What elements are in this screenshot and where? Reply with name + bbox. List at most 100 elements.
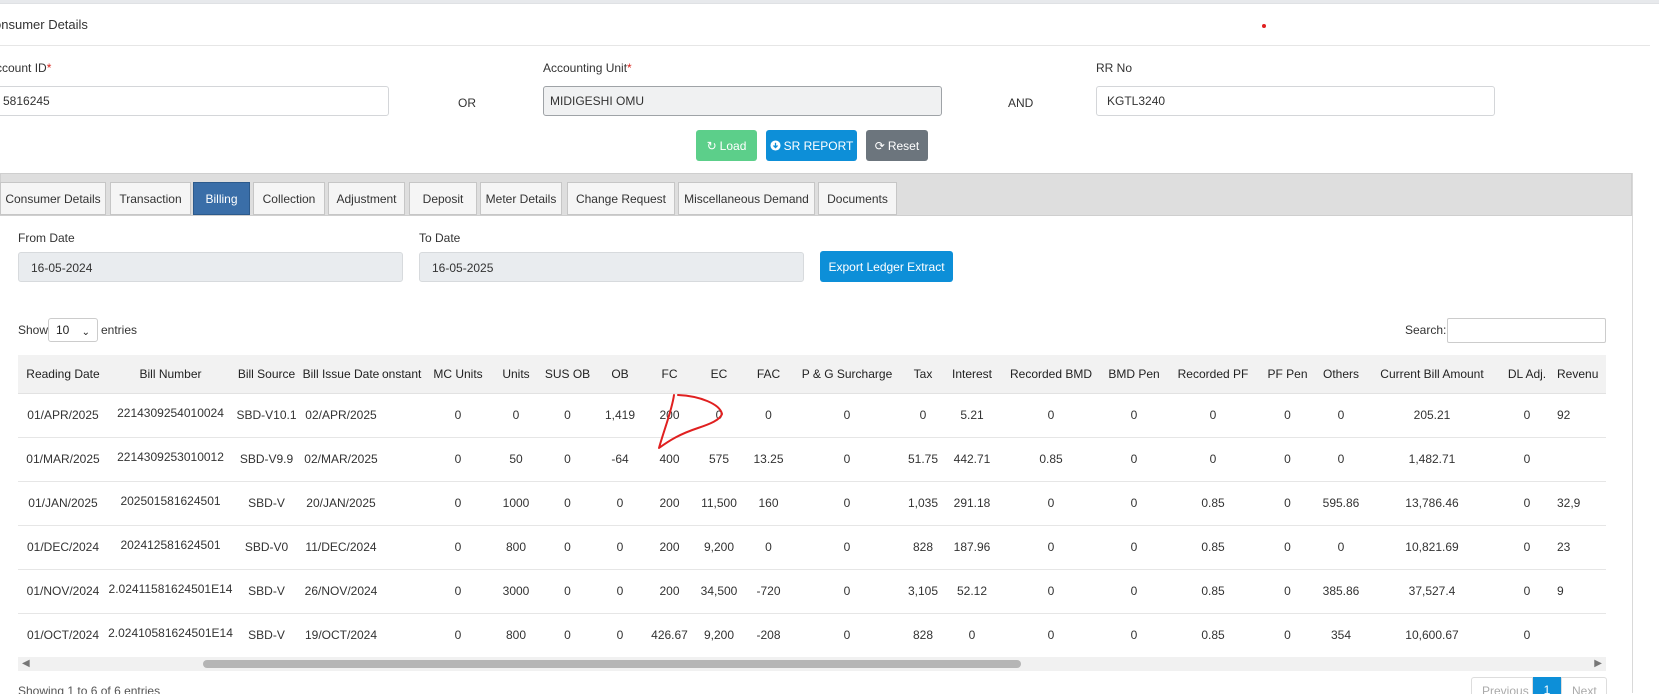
to-date-input[interactable]: 16-05-2025 <box>419 252 804 282</box>
table-cell: 0 <box>792 613 902 655</box>
billing-table-container: Reading Date Bill Number Bill Source Bil… <box>18 355 1606 655</box>
entries-select[interactable]: 10 ⌄ <box>48 318 98 342</box>
col-header[interactable]: OB <box>594 355 646 394</box>
table-cell: 400 <box>646 437 693 482</box>
load-button[interactable]: ↻ Load <box>696 130 757 161</box>
table-cell: 13,786.46 <box>1367 481 1497 526</box>
col-header[interactable]: SUS OB <box>541 355 594 394</box>
tab-collection[interactable]: Collection <box>253 182 325 215</box>
previous-page-button[interactable]: Previous <box>1471 677 1533 694</box>
table-row[interactable]: 01/DEC/2024 202412581624501 SBD-V0 11/DEC/2… <box>18 525 1606 570</box>
panel-right-border <box>1632 173 1633 693</box>
horizontal-scrollbar[interactable]: ◀ ▶ <box>18 657 1606 671</box>
tab-change-request[interactable]: Change Request <box>567 182 675 215</box>
tab-miscellaneous-demand[interactable]: Miscellaneous Demand <box>678 182 815 215</box>
col-header[interactable]: Recorded BMD <box>1000 355 1102 394</box>
page-1-button[interactable]: 1 <box>1533 677 1561 694</box>
table-cell: 426.67 <box>646 613 693 655</box>
col-header[interactable]: BMD Pen <box>1102 355 1166 394</box>
table-cell: 9 <box>1557 569 1606 614</box>
table-cell: 160 <box>745 481 792 526</box>
col-header[interactable]: Reading Date <box>18 355 108 394</box>
table-cell: 0 <box>1497 393 1557 438</box>
table-cell: 32,9 <box>1557 481 1606 526</box>
search-input[interactable] <box>1447 318 1606 343</box>
table-cell: SBD-V10.1 <box>233 393 300 438</box>
table-cell: 0 <box>745 525 792 570</box>
col-header[interactable]: FC <box>646 355 693 394</box>
table-cell: SBD-V <box>233 613 300 655</box>
refresh-icon: ⟳ <box>874 138 885 153</box>
col-header[interactable]: Interest <box>944 355 1000 394</box>
col-header[interactable]: EC <box>693 355 745 394</box>
table-row[interactable]: 01/OCT/2024 2.02410581624501E14 SBD-V 19/OC… <box>18 613 1606 655</box>
next-page-button[interactable]: Next <box>1561 677 1607 694</box>
reset-button[interactable]: ⟳ Reset <box>866 130 928 161</box>
export-ledger-button[interactable]: Export Ledger Extract <box>820 251 953 282</box>
table-cell: SBD-V9.9 <box>233 437 300 482</box>
rr-no-label: RR No <box>1096 61 1133 75</box>
col-header[interactable]: FAC <box>745 355 792 394</box>
accounting-unit-input[interactable]: MIDIGESHI OMU <box>543 86 942 116</box>
table-cell: 0 <box>1315 437 1367 482</box>
tab-transaction[interactable]: Transaction <box>110 182 191 215</box>
col-header[interactable]: Units <box>491 355 541 394</box>
tab-billing[interactable]: Billing <box>193 182 250 215</box>
col-header[interactable]: Recorded PF <box>1166 355 1260 394</box>
table-cell: 3,105 <box>902 569 944 614</box>
scroll-right-icon[interactable]: ▶ <box>1594 658 1602 669</box>
table-cell: 10,821.69 <box>1367 525 1497 570</box>
col-header[interactable]: Tax <box>902 355 944 394</box>
table-cell: 0.85 <box>1000 437 1102 482</box>
table-cell: 01/MAR/2025 <box>18 437 108 482</box>
col-header[interactable]: Current Bill Amount <box>1367 355 1497 394</box>
table-cell: 800 <box>491 613 541 655</box>
scrollbar-thumb[interactable] <box>203 660 1021 668</box>
col-header[interactable]: onstant <box>382 355 425 394</box>
table-cell: 200 <box>646 525 693 570</box>
col-header[interactable]: P & G Surcharge <box>792 355 902 394</box>
table-cell: 0 <box>594 613 646 655</box>
table-cell: 205.21 <box>1367 393 1497 438</box>
table-cell: 0 <box>425 437 491 482</box>
table-cell: 0 <box>1102 613 1166 655</box>
table-row[interactable]: 01/JAN/2025 202501581624501 SBD-V 20/JAN/20… <box>18 481 1606 526</box>
table-cell: -208 <box>745 613 792 655</box>
table-row[interactable]: 01/NOV/2024 2.02411581624501E14 SBD-V 26/NO… <box>18 569 1606 614</box>
col-header[interactable]: PF Pen <box>1260 355 1315 394</box>
table-cell: 0 <box>541 437 594 482</box>
tab-deposit[interactable]: Deposit <box>409 182 477 215</box>
table-cell: 1,419 <box>594 393 646 438</box>
table-cell: 0 <box>1260 525 1315 570</box>
table-cell: 0.85 <box>1166 525 1260 570</box>
col-header[interactable]: DL Adj. <box>1497 355 1557 394</box>
table-cell: 0 <box>541 613 594 655</box>
col-header[interactable]: Bill Source <box>233 355 300 394</box>
table-cell <box>382 437 425 482</box>
from-date-input[interactable]: 16-05-2024 <box>18 252 403 282</box>
col-header[interactable]: MC Units <box>425 355 491 394</box>
table-cell: 0 <box>693 393 745 438</box>
table-cell: SBD-V <box>233 569 300 614</box>
table-cell: 02/MAR/2025 <box>300 437 382 482</box>
rr-no-input[interactable]: KGTL3240 <box>1096 86 1495 116</box>
tab-documents[interactable]: Documents <box>818 182 897 215</box>
table-cell <box>1557 437 1606 482</box>
col-header[interactable]: Bill Number <box>108 355 233 394</box>
scroll-left-icon[interactable]: ◀ <box>22 658 30 669</box>
table-row[interactable]: 01/MAR/2025 2214309253010012 SBD-V9.9 02/MA… <box>18 437 1606 482</box>
table-cell <box>1557 613 1606 655</box>
sr-report-button[interactable]: SR REPORT <box>766 130 857 161</box>
tab-adjustment[interactable]: Adjustment <box>328 182 405 215</box>
tab-meter-details[interactable]: Meter Details <box>480 182 562 215</box>
table-cell: 200 <box>646 481 693 526</box>
tab-consumer-details[interactable]: Consumer Details <box>0 182 106 215</box>
table-cell: 0 <box>1000 569 1102 614</box>
col-header[interactable]: Bill Issue Date <box>300 355 382 394</box>
table-cell: 0 <box>1497 437 1557 482</box>
col-header[interactable]: Revenu <box>1557 355 1606 394</box>
table-row[interactable]: 01/APR/2025 2214309254010024 SBD-V10.1 02/A… <box>18 393 1606 438</box>
account-id-input[interactable]: 5816245 <box>0 86 389 116</box>
col-header[interactable]: Others <box>1315 355 1367 394</box>
table-cell: 0 <box>541 569 594 614</box>
